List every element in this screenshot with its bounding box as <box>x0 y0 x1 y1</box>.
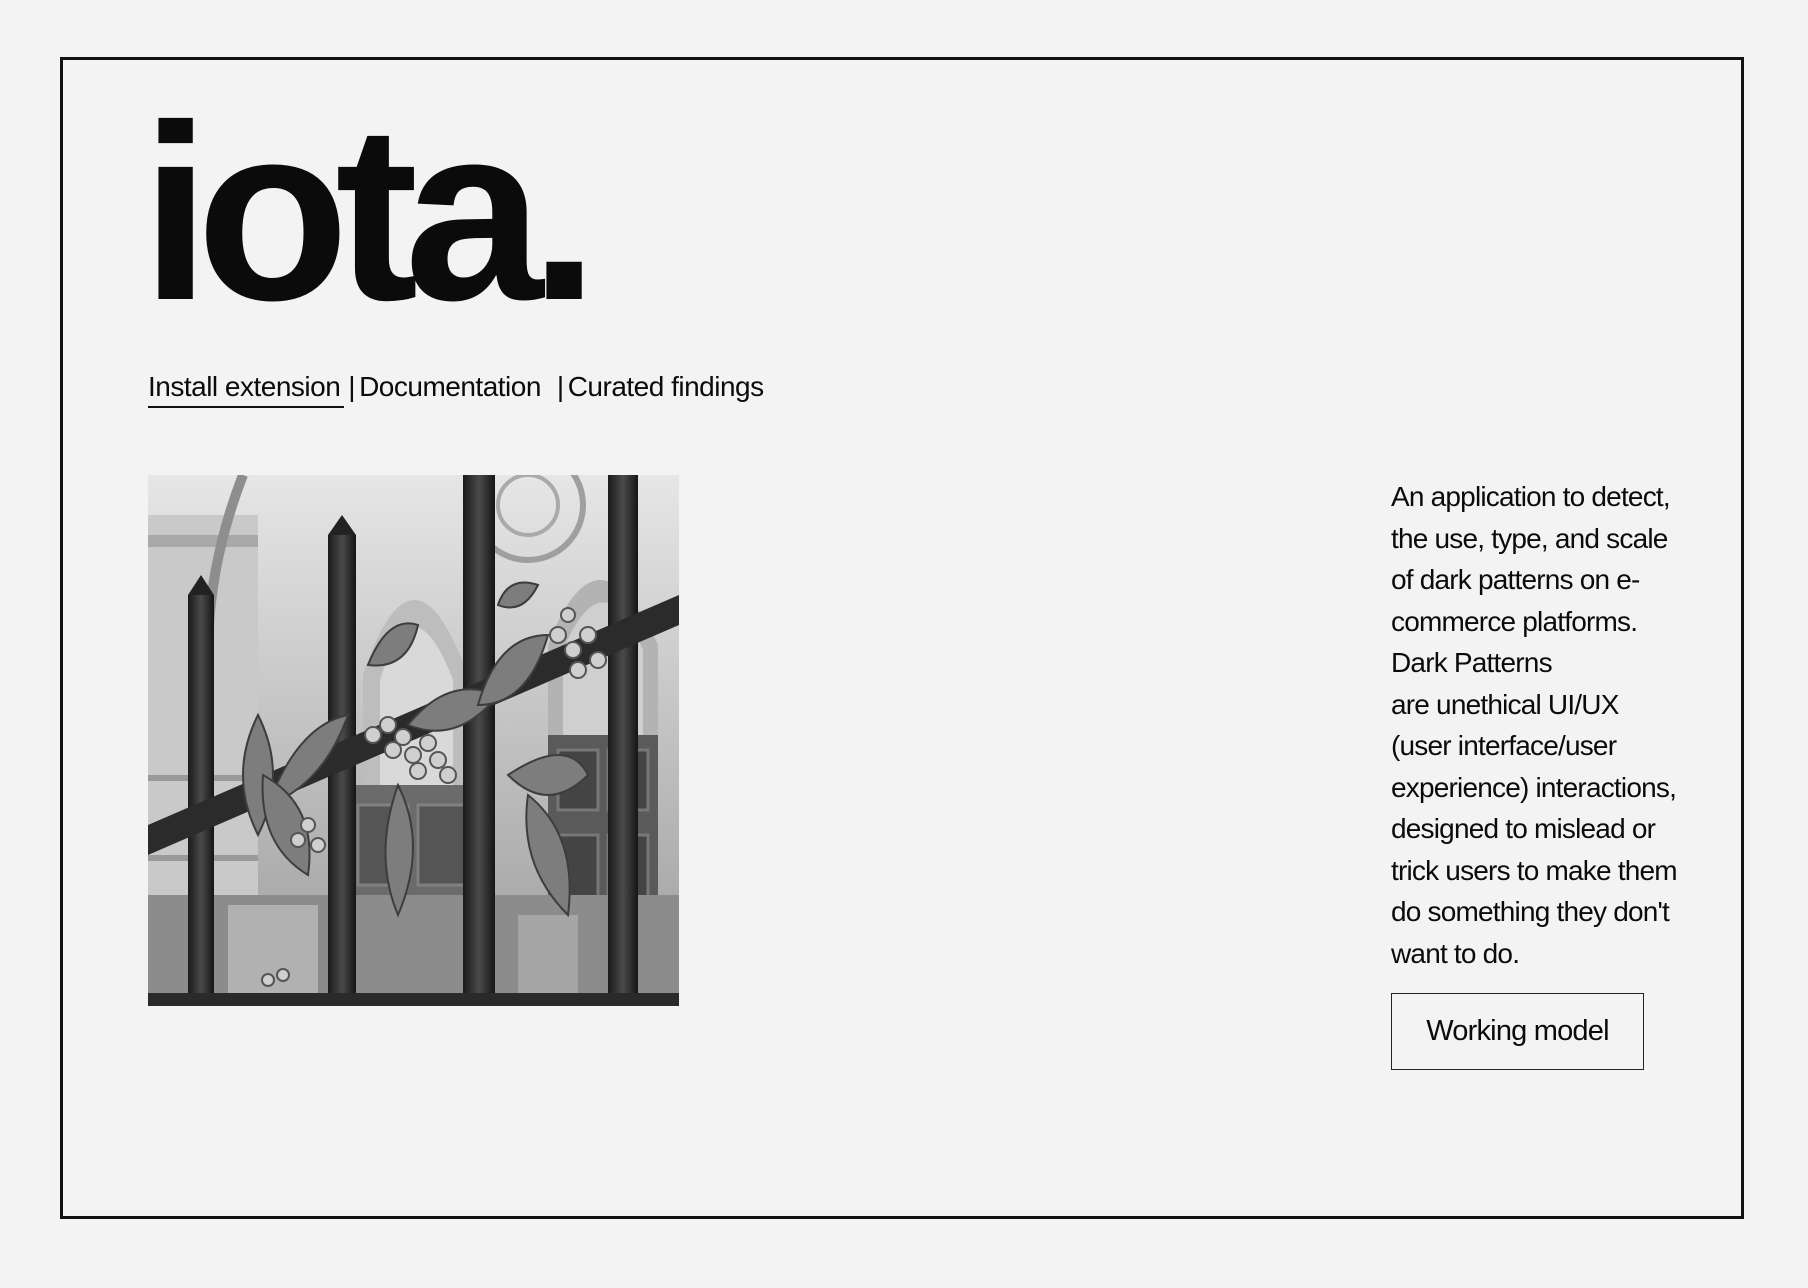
description-line: commerce platforms. <box>1391 605 1638 637</box>
nav-separator: | <box>348 371 356 402</box>
description-line: (user interface/user <box>1391 730 1617 761</box>
description-line: experience) interactions, <box>1391 771 1677 803</box>
photo-iron-fence-icon <box>148 475 679 1006</box>
description-line: of dark patterns on e- <box>1391 564 1640 595</box>
description-line: An application to detect, <box>1391 481 1671 512</box>
nav-link-documentation[interactable]: Documentation <box>359 369 541 405</box>
main-nav: Install extension | Documentation | Cura… <box>148 369 764 408</box>
description-line: are unethical UI/UX <box>1391 688 1619 720</box>
description-line: Dark Patterns <box>1391 647 1553 678</box>
nav-link-curated-findings[interactable]: Curated findings <box>568 369 764 405</box>
nav-link-install-extension[interactable]: Install extension <box>148 369 345 408</box>
description-line: want to do. <box>1391 937 1520 969</box>
description-line: the use, type, and scale <box>1391 522 1668 554</box>
description-line: designed to mislead or <box>1391 813 1656 844</box>
working-model-button[interactable]: Working model <box>1391 993 1644 1070</box>
site-logo[interactable]: iota. <box>141 88 599 338</box>
description-line: trick users to make them <box>1391 854 1678 886</box>
nav-separator: | <box>556 371 564 402</box>
hero-photo <box>148 475 679 1006</box>
description-line: do something they don't <box>1391 896 1670 927</box>
app-description: An application to detect, the use, type,… <box>1391 476 1711 974</box>
